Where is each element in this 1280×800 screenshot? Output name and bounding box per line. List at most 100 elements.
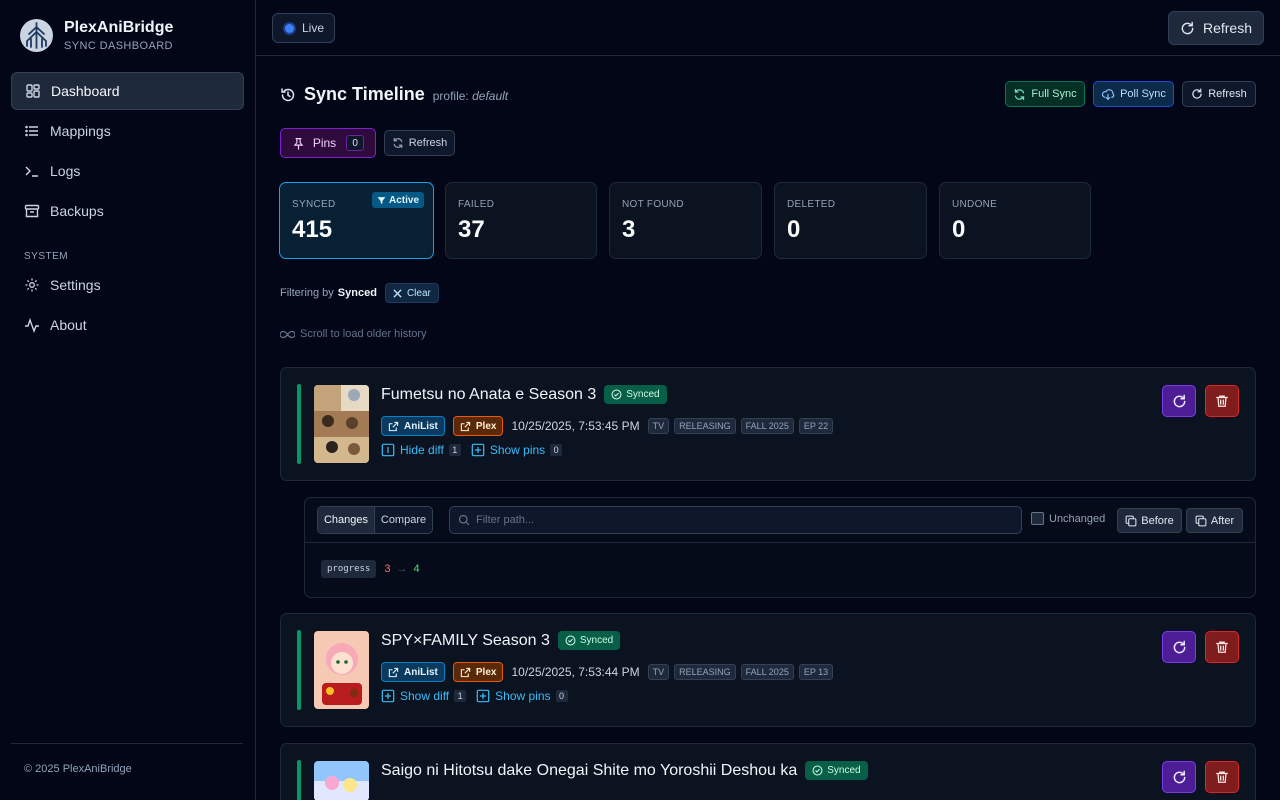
history-icon: [281, 87, 295, 101]
stat-value: 415: [292, 216, 333, 243]
sidebar-item-dashboard[interactable]: Dashboard: [11, 72, 244, 110]
resync-button[interactable]: [1162, 761, 1196, 793]
plus-square-icon: [476, 689, 490, 703]
pins-count: 0: [550, 444, 563, 456]
filter-status: Filtering by Synced Clear: [280, 283, 439, 303]
cloud-download-icon: [1101, 88, 1115, 100]
anilist-link[interactable]: AniList: [381, 416, 445, 436]
old-value: 3: [384, 563, 391, 575]
sidebar-item-mappings[interactable]: Mappings: [11, 112, 244, 150]
check-circle-icon: [565, 635, 576, 646]
infinity-icon: [280, 330, 295, 338]
sidebar-item-settings[interactable]: Settings: [11, 266, 244, 304]
timeline-card: Fumetsu no Anata e Season 3 Synced AniLi…: [280, 367, 1256, 481]
timeline-card: SPY×FAMILY Season 3 Synced AniList Plex …: [280, 613, 1256, 727]
diff-view-toggle: Changes Compare: [317, 506, 433, 534]
media-title[interactable]: SPY×FAMILY Season 3: [381, 632, 550, 650]
stat-card-synced[interactable]: Active SYNCED 415: [279, 182, 434, 259]
media-meta: AniList Plex 10/25/2025, 7:53:44 PM TV R…: [381, 662, 838, 682]
plus-square-icon: [471, 443, 485, 457]
logo-icon: [20, 19, 53, 52]
brand-subtitle: SYNC DASHBOARD: [64, 40, 173, 52]
show-pins-link[interactable]: Show pins 0: [471, 443, 563, 457]
path-filter-input[interactable]: [476, 514, 996, 526]
sync-icon: [1015, 88, 1025, 100]
pins-button[interactable]: Pins 0: [280, 128, 376, 158]
tag: RELEASING: [674, 664, 736, 680]
tag: EP 13: [798, 664, 834, 680]
live-label: Live: [302, 21, 325, 35]
external-link-icon: [460, 667, 471, 677]
copy-before-button[interactable]: Before: [1117, 508, 1182, 533]
dashboard-icon: [26, 84, 40, 98]
media-title[interactable]: Fumetsu no Anata e Season 3: [381, 386, 596, 404]
plex-link[interactable]: Plex: [452, 416, 504, 436]
unchanged-checkbox[interactable]: [1031, 512, 1044, 525]
profile-label: profile: default: [432, 88, 509, 103]
pins-count: 0: [555, 690, 568, 702]
refresh-button[interactable]: Refresh: [1182, 81, 1256, 107]
tag: RELEASING: [674, 418, 736, 434]
top-refresh-button[interactable]: Refresh: [1168, 11, 1264, 45]
sidebar-item-label: Mappings: [50, 123, 111, 139]
resync-button[interactable]: [1162, 385, 1196, 417]
diff-panel: Changes Compare Unchanged Before After p…: [304, 497, 1256, 598]
brand-title: PlexAniBridge: [64, 19, 174, 36]
resync-button[interactable]: [1162, 631, 1196, 663]
check-circle-icon: [812, 765, 823, 776]
brand[interactable]: PlexAniBridge SYNC DASHBOARD: [20, 18, 173, 53]
top-refresh-label: Refresh: [1202, 20, 1253, 36]
delete-button[interactable]: [1205, 385, 1239, 417]
sidebar-item-logs[interactable]: Logs: [11, 152, 244, 190]
tab-compare[interactable]: Compare: [375, 507, 432, 533]
status-bar: [297, 384, 301, 464]
stat-card-deleted[interactable]: DELETED 0: [774, 182, 927, 259]
diff-field: progress: [321, 560, 377, 578]
filter-icon: [377, 196, 386, 204]
status-badge: Synced: [604, 385, 667, 404]
refresh-icon: [1192, 88, 1202, 99]
status-bar: [297, 630, 301, 710]
diff-row: progress 3 → 4: [321, 560, 420, 578]
sidebar-item-label: Backups: [50, 203, 104, 219]
media-title[interactable]: Saigo ni Hitotsu dake Onegai Shite mo Yo…: [381, 762, 797, 780]
copy-after-button[interactable]: After: [1186, 508, 1243, 533]
live-indicator[interactable]: Live: [272, 13, 335, 43]
anilist-link[interactable]: AniList: [381, 662, 445, 682]
active-filter-badge: Active: [371, 192, 424, 208]
full-sync-button[interactable]: Full Sync: [1005, 81, 1085, 107]
refresh-icon: [1181, 21, 1194, 34]
toggle-diff-link[interactable]: Show diff 1: [381, 689, 467, 703]
sidebar-item-backups[interactable]: Backups: [11, 192, 244, 230]
show-pins-link[interactable]: Show pins 0: [476, 689, 568, 703]
stat-card-undone[interactable]: UNDONE 0: [939, 182, 1091, 259]
tab-changes[interactable]: Changes: [318, 507, 376, 533]
pins-refresh-button[interactable]: Refresh: [384, 130, 455, 156]
external-link-icon: [460, 421, 471, 431]
archive-icon: [24, 204, 40, 218]
stat-card-failed[interactable]: FAILED 37: [445, 182, 597, 259]
stat-label: FAILED: [458, 199, 495, 210]
toggle-diff-link[interactable]: Hide diff 1: [381, 443, 461, 457]
tag: TV: [647, 664, 670, 680]
plex-link[interactable]: Plex: [452, 662, 504, 682]
poster-image[interactable]: [314, 761, 369, 800]
timeline-card: Saigo ni Hitotsu dake Onegai Shite mo Yo…: [280, 743, 1256, 800]
sidebar: PlexAniBridge SYNC DASHBOARD Dashboard M…: [0, 0, 256, 800]
trash-icon: [1216, 771, 1228, 783]
tag: TV: [647, 418, 670, 434]
delete-button[interactable]: [1205, 761, 1239, 793]
pin-icon: [293, 137, 304, 150]
poster-image[interactable]: [314, 631, 369, 709]
stat-card-not-found[interactable]: NOT FOUND 3: [609, 182, 762, 259]
unchanged-toggle[interactable]: Unchanged: [1031, 512, 1105, 525]
new-value: 4: [413, 563, 420, 575]
sidebar-item-about[interactable]: About: [11, 306, 244, 344]
external-link-icon: [388, 421, 399, 431]
clear-filter-button[interactable]: Clear: [384, 283, 439, 303]
poll-sync-button[interactable]: Poll Sync: [1093, 81, 1174, 107]
stat-label: NOT FOUND: [622, 199, 684, 210]
delete-button[interactable]: [1205, 631, 1239, 663]
poster-image[interactable]: [314, 385, 369, 463]
external-link-icon: [388, 667, 399, 677]
